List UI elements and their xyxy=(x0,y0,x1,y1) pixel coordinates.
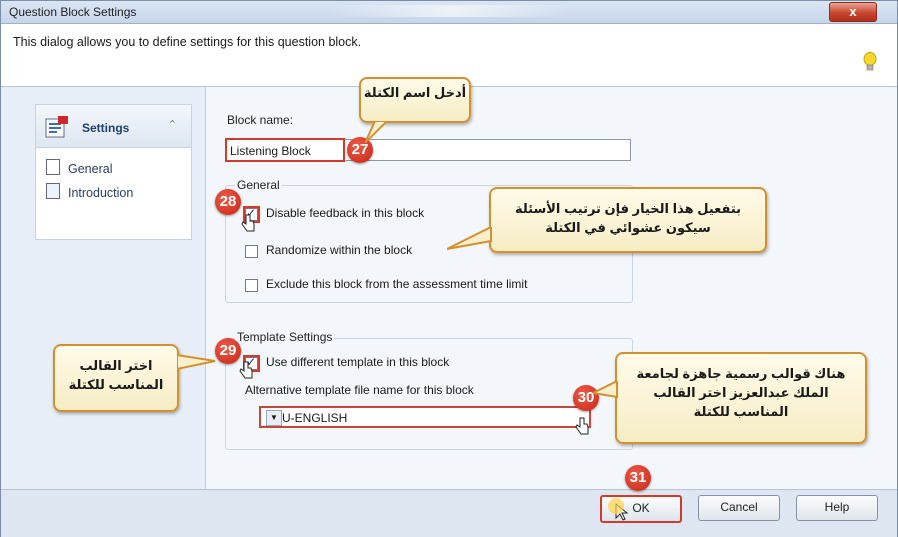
step-badge-31: 31 xyxy=(625,465,651,491)
callout-official-templates: هناك قوالب رسمية جاهزة لجامعة الملك عبدا… xyxy=(615,352,867,444)
callout-pointer xyxy=(593,381,618,399)
general-group-label: General xyxy=(235,178,282,192)
settings-header[interactable]: Settings ⌃ xyxy=(36,105,191,148)
randomize-checkbox[interactable] xyxy=(245,245,258,258)
sidebar: Settings ⌃ General Introduction xyxy=(1,87,206,489)
block-name-label: Block name: xyxy=(227,113,294,127)
alt-template-label: Alternative template file name for this … xyxy=(245,383,474,397)
page-icon xyxy=(46,159,60,175)
template-settings-label: Template Settings xyxy=(235,330,335,344)
dialog-description: This dialog allows you to define setting… xyxy=(13,35,362,49)
callout-pointer xyxy=(177,353,216,371)
window-title: Question Block Settings xyxy=(9,5,137,19)
sidebar-item-general[interactable]: General xyxy=(46,159,112,176)
settings-panel: Settings ⌃ General Introduction xyxy=(35,104,192,240)
step-badge-28: 28 xyxy=(215,189,241,215)
template-select[interactable]: KAU-ENGLISH ▼ xyxy=(259,406,591,428)
block-name-value: Listening Block xyxy=(230,144,311,158)
lightbulb-icon xyxy=(863,52,877,71)
title-bar: Question Block Settings x xyxy=(1,1,897,24)
collapse-icon[interactable]: ⌃ xyxy=(168,118,177,131)
click-flash-icon xyxy=(608,498,624,514)
close-button[interactable]: x xyxy=(829,2,877,22)
hand-cursor-icon xyxy=(575,417,589,435)
callout-randomize-note: بتفعيل هذا الخيار فإن ترتيب الأسئلة سيكو… xyxy=(489,187,767,253)
step-badge-29: 29 xyxy=(215,338,241,364)
page-icon xyxy=(46,183,60,199)
callout-choose-template: اختر القالب المناسب للكتلة xyxy=(53,344,179,412)
use-different-template-label: Use different template in this block xyxy=(266,355,450,369)
cancel-button[interactable]: Cancel xyxy=(698,495,780,521)
dialog-window: Question Block Settings x This dialog al… xyxy=(0,0,898,537)
chevron-down-icon[interactable]: ▼ xyxy=(266,410,282,426)
sidebar-item-introduction[interactable]: Introduction xyxy=(46,183,133,200)
exclude-time-checkbox[interactable] xyxy=(245,279,258,292)
randomize-label: Randomize within the block xyxy=(266,243,413,257)
hand-cursor-icon xyxy=(241,214,255,232)
callout-pointer xyxy=(447,227,492,250)
callout-pointer xyxy=(365,121,389,143)
callout-enter-name: أدخل اسم الكتلة xyxy=(359,77,471,123)
disable-feedback-label: Disable feedback in this block xyxy=(266,206,425,220)
help-button[interactable]: Help xyxy=(796,495,878,521)
settings-label: Settings xyxy=(82,121,130,135)
settings-icon xyxy=(45,116,68,138)
hand-cursor-icon xyxy=(239,361,253,379)
block-name-input[interactable]: Listening Block xyxy=(225,138,631,162)
exclude-time-label: Exclude this block from the assessment t… xyxy=(266,277,528,291)
